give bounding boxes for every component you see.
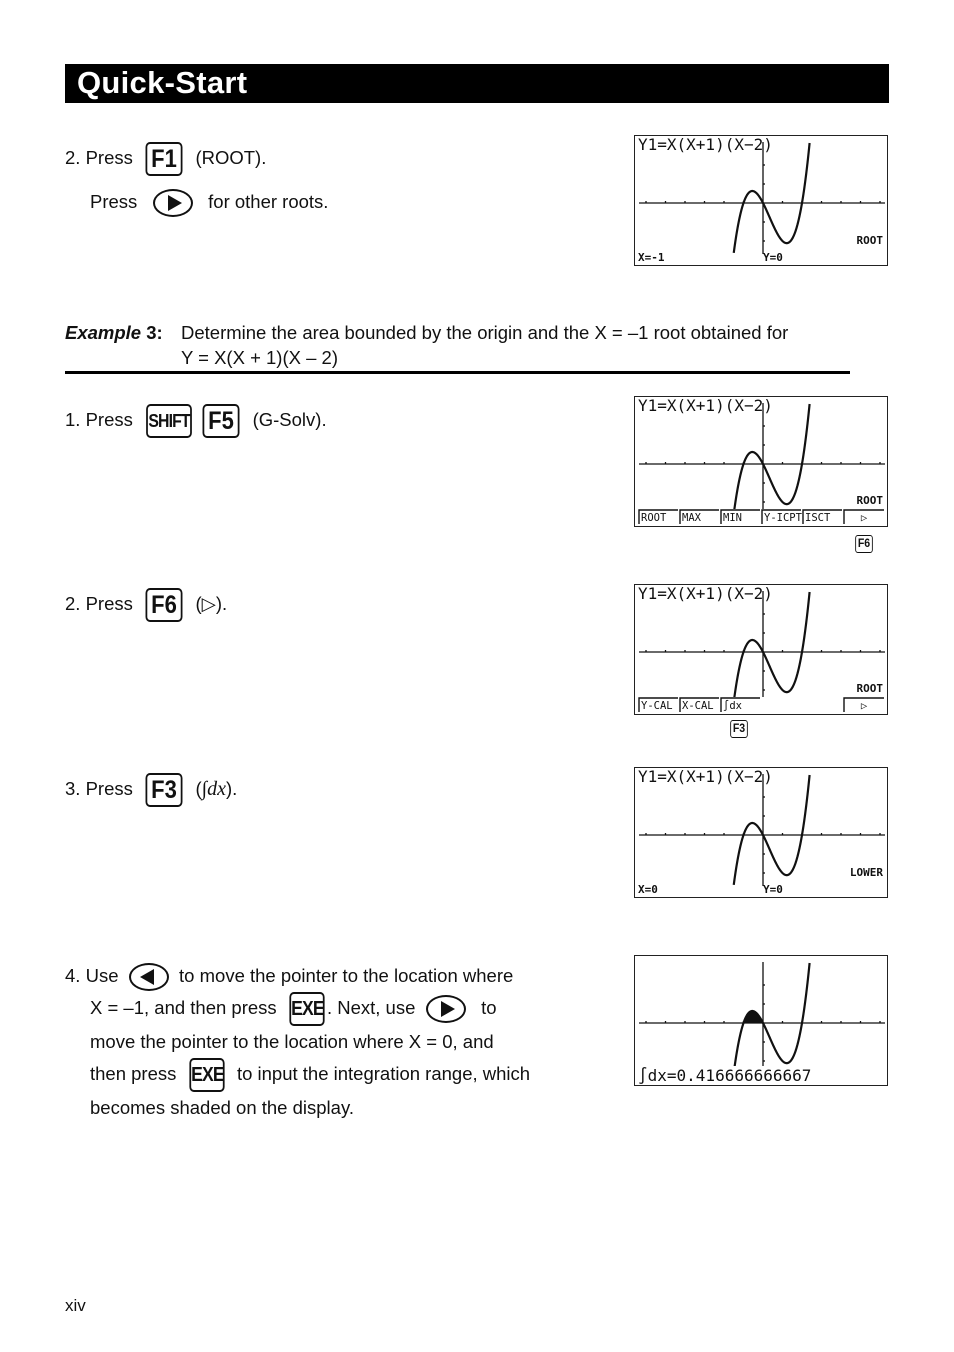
status-label: ROOT xyxy=(857,234,884,247)
menu-item[interactable]: ISCT xyxy=(805,512,831,524)
next-menu-symbol: ▷ xyxy=(201,592,216,614)
step-3: 3. Press F3 (∫dx). xyxy=(65,773,237,807)
function-label: Y1=X(X+1)(X−2) xyxy=(638,768,773,786)
f6-key-icon: F6 xyxy=(145,588,183,622)
status-label: ROOT xyxy=(857,682,884,695)
paren: ). xyxy=(225,777,238,799)
graph-svg: Y1=X(X+1)(X−2) ROOT ROOT MAX MIN Y-ICPT ISCT ▷ xyxy=(636,397,886,525)
step-text: (ROOT). xyxy=(195,146,267,168)
menu-item[interactable]: ROOT xyxy=(641,512,667,524)
f6-hint-key-icon: F6 xyxy=(855,535,873,553)
step-2: 2. Press F6 (▷). xyxy=(65,588,227,622)
step-text: to xyxy=(481,997,497,1018)
step-4-line-4: then press EXE to input the integration … xyxy=(65,1058,605,1093)
step-text: Press xyxy=(85,592,133,614)
step-text: X = –1, and then press xyxy=(90,997,277,1018)
function-curve xyxy=(732,774,811,886)
paren: ). xyxy=(215,592,228,614)
function-curve xyxy=(732,142,811,254)
x-coordinate-readout: X=-1 xyxy=(638,251,665,264)
step-4-line-3: move the pointer to the location where X… xyxy=(90,1031,494,1053)
step-text: to input the integration range, which xyxy=(236,1063,531,1085)
example-description-2: Y = X(X + 1)(X – 2) xyxy=(181,347,338,369)
step-number: 1. xyxy=(65,408,81,430)
example-equation: Y = X(X + 1)(X – 2) xyxy=(181,347,338,368)
step-text: (G-Solv). xyxy=(252,408,327,430)
menu-item[interactable]: MIN xyxy=(723,512,742,524)
right-arrow-key-icon xyxy=(425,995,466,1024)
step-text: Press xyxy=(90,190,138,212)
example-label: Example xyxy=(65,322,142,343)
example-number: 3: xyxy=(146,322,163,343)
example-text: Determine the area bounded by the origin… xyxy=(181,322,789,343)
menu-background xyxy=(636,509,886,525)
integral-symbol: ∫dx xyxy=(201,777,226,800)
step-number: 2. xyxy=(65,592,81,614)
page-number: xiv xyxy=(65,1296,86,1315)
menu-background xyxy=(636,697,886,713)
step-4-line-5: becomes shaded on the display. xyxy=(90,1097,354,1119)
function-label: Y1=X(X+1)(X−2) xyxy=(638,136,773,154)
function-curve xyxy=(732,403,811,515)
calculator-screen-gsolv-menu: Y1=X(X+1)(X−2) ROOT ROOT MAX MIN Y-ICPT ISCT ▷ xyxy=(634,396,888,527)
step-number: 4. xyxy=(65,965,81,986)
x-coordinate-readout: X=0 xyxy=(638,883,658,896)
function-label: Y1=X(X+1)(X−2) xyxy=(638,585,773,603)
status-label: LOWER xyxy=(850,866,883,879)
graph-svg: Y1=X(X+1)(X−2) ROOT Y-CAL X-CAL ∫dx ▷ xyxy=(636,585,886,713)
calculator-screen-gsolv-menu-2: Y1=X(X+1)(X−2) ROOT Y-CAL X-CAL ∫dx ▷ xyxy=(634,584,888,715)
status-label: ROOT xyxy=(857,494,884,507)
graph-svg: ∫dx=0.416666666667 xyxy=(636,962,885,1085)
menu-item[interactable]: ▷ xyxy=(861,512,868,524)
step-text: Use xyxy=(85,965,119,986)
section-banner: Quick-Start xyxy=(65,64,889,103)
divider-rule xyxy=(65,371,850,374)
exe-key-icon: EXE xyxy=(289,992,325,1027)
f3-key-icon: F3 xyxy=(145,773,183,807)
example-heading: Example 3: xyxy=(65,322,163,344)
step-text: then press xyxy=(90,1063,177,1085)
calculator-screen-integral-result: ∫dx=0.416666666667 xyxy=(634,955,888,1086)
function-curve xyxy=(732,962,811,1074)
exe-key-icon: EXE xyxy=(189,1058,224,1093)
calculator-screen-lower: Y1=X(X+1)(X−2) LOWER X=0 Y=0 xyxy=(634,767,888,898)
step-other-roots: Press for other roots. xyxy=(90,189,328,217)
menu-item[interactable]: Y-ICPT xyxy=(764,512,803,524)
right-arrow-key-icon xyxy=(152,189,193,217)
graph-svg: Y1=X(X+1)(X−2) ROOT X=-1 Y=0 xyxy=(638,136,885,264)
step-text: Press xyxy=(85,146,133,168)
menu-item[interactable]: MAX xyxy=(682,512,702,524)
section-title: Quick-Start xyxy=(77,65,248,100)
step-text: to move the pointer to the location wher… xyxy=(179,965,514,986)
calculator-screen-root: Y1=X(X+1)(X−2) ROOT X=-1 Y=0 xyxy=(634,135,888,266)
integral-result: ∫dx=0.416666666667 xyxy=(638,1066,811,1085)
step-4: 4. Use to move the pointer to the locati… xyxy=(65,960,605,1124)
f5-key-icon: F5 xyxy=(202,404,240,438)
step-root: 2. Press F1 (ROOT). xyxy=(65,142,266,176)
graph-svg: Y1=X(X+1)(X−2) LOWER X=0 Y=0 xyxy=(638,768,885,896)
step-4-line-1: 4. Use to move the pointer to the locati… xyxy=(65,960,605,992)
menu-item[interactable]: ▷ xyxy=(861,700,868,712)
step-text: Press xyxy=(85,408,133,430)
step-text: . Next, use xyxy=(326,997,416,1018)
function-curve xyxy=(732,591,811,703)
menu-item[interactable]: Y-CAL xyxy=(641,700,673,712)
step-1: 1. Press SHIFT F5 (G-Solv). xyxy=(65,404,327,438)
step-4-line-2: X = –1, and then press EXE. Next, use to xyxy=(65,992,605,1027)
step-text: Press xyxy=(85,777,133,799)
example-description-1: Determine the area bounded by the origin… xyxy=(181,322,788,344)
shift-key-icon: SHIFT xyxy=(146,404,193,438)
menu-item[interactable]: X-CAL xyxy=(682,700,714,712)
left-arrow-key-icon xyxy=(128,963,169,992)
y-coordinate-readout: Y=0 xyxy=(763,251,783,264)
step-text: for other roots. xyxy=(208,190,329,212)
function-label: Y1=X(X+1)(X−2) xyxy=(638,397,773,415)
step-number: 3. xyxy=(65,777,81,799)
y-coordinate-readout: Y=0 xyxy=(763,883,783,896)
step-number: 2. xyxy=(65,146,81,168)
menu-item[interactable]: ∫dx xyxy=(723,699,742,712)
f3-hint-key-icon: F3 xyxy=(730,720,748,738)
f1-key-icon: F1 xyxy=(145,142,183,176)
